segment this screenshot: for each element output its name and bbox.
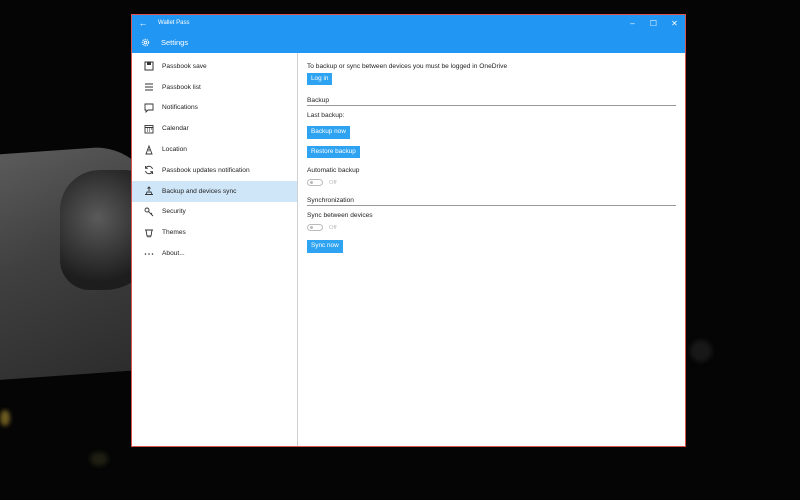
sidebar-item-label: Passbook list [162,83,201,91]
automatic-backup-toggle-row: Off [307,179,676,187]
sidebar-item-label: Themes [162,229,186,237]
sidebar-item-about[interactable]: About... [132,243,297,264]
sidebar-item-label: About... [162,250,185,258]
sidebar-item-label: Location [162,146,187,154]
sync-icon [142,165,156,175]
sidebar-item-label: Security [162,208,186,216]
more-icon [142,249,156,259]
back-arrow-icon[interactable]: ← [132,18,154,28]
settings-panel: To backup or sync between devices you mu… [298,53,685,446]
sync-section-header: Synchronization [307,197,676,207]
automatic-backup-toggle[interactable] [307,179,323,187]
restore-backup-button[interactable]: Restore backup [307,145,360,159]
window-controls: – ☐ ✕ [622,15,685,31]
wallpaper-bokeh [90,452,108,466]
backup-section-header: Backup [307,97,676,107]
list-icon [142,82,156,92]
sidebar-item-themes[interactable]: Themes [132,222,297,243]
calendar-icon [142,124,156,134]
close-button[interactable]: ✕ [664,15,685,31]
title-bar: ← Wallet Pass – ☐ ✕ [132,15,685,31]
sync-between-devices-toggle[interactable] [307,224,323,232]
sync-now-button[interactable]: Sync now [307,240,343,253]
app-bar: Settings [132,31,685,53]
page-title: Settings [161,37,189,47]
gear-icon[interactable] [134,37,156,48]
window-title: Wallet Pass [158,20,190,26]
login-instructions: To backup or sync between devices you mu… [307,63,508,70]
automatic-backup-state: Off [329,179,337,186]
sidebar-item-label: Backup and devices sync [162,187,237,195]
settings-sidebar: Passbook save Passbook list Notification… [132,53,298,446]
backup-now-button[interactable]: Backup now [307,126,350,139]
themes-icon [142,228,156,238]
sidebar-item-calendar[interactable]: Calendar [132,118,297,139]
last-backup-label: Last backup: [307,112,345,120]
maximize-button[interactable]: ☐ [643,15,664,31]
minimize-button[interactable]: – [622,15,643,31]
sidebar-item-label: Passbook updates notification [162,166,250,174]
wallpaper-bokeh [690,340,712,362]
sidebar-item-label: Notifications [162,104,198,112]
login-button[interactable]: Log in [307,73,333,86]
automatic-backup-label: Automatic backup [307,167,360,175]
sidebar-item-security[interactable]: Security [132,202,297,223]
sync-between-devices-state: Off [329,224,337,231]
app-window: ← Wallet Pass – ☐ ✕ Settings Passbook sa… [131,14,686,447]
sidebar-item-label: Calendar [162,125,189,133]
sidebar-item-passbook-list[interactable]: Passbook list [132,77,297,98]
sidebar-item-label: Passbook save [162,62,207,70]
sync-toggle-row: Off [307,224,676,232]
save-icon [142,61,156,71]
content-area: Passbook save Passbook list Notification… [132,53,685,446]
sidebar-item-location[interactable]: Location [132,139,297,160]
sync-between-devices-label: Sync between devices [307,212,373,220]
sidebar-item-notifications[interactable]: Notifications [132,98,297,119]
notification-icon [142,103,156,113]
backup-icon [142,186,156,196]
sidebar-item-passbook-save[interactable]: Passbook save [132,56,297,77]
key-icon [142,207,156,217]
wallpaper-bokeh [0,410,10,426]
sidebar-item-passbook-updates[interactable]: Passbook updates notification [132,160,297,181]
location-icon [142,144,156,155]
sidebar-item-backup-sync[interactable]: Backup and devices sync [132,180,297,202]
